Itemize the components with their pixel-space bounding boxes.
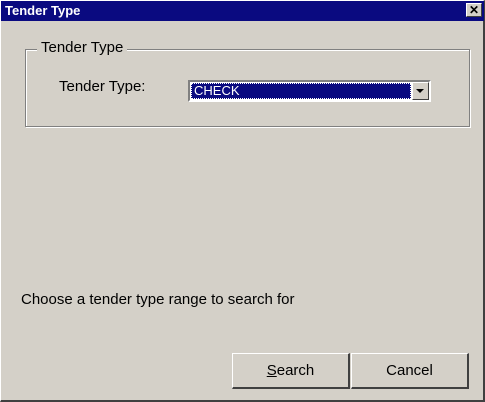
dialog-window: Tender Type ✕ Tender Type Tender Type: C…: [0, 0, 485, 402]
instruction-text: Choose a tender type range to search for: [21, 291, 295, 308]
search-button[interactable]: Search: [232, 353, 350, 389]
tender-type-selected-value[interactable]: CHECK: [191, 83, 411, 99]
dropdown-arrow-button[interactable]: [412, 82, 429, 100]
tender-type-dropdown[interactable]: CHECK: [188, 80, 431, 102]
close-icon: ✕: [468, 3, 480, 17]
cancel-button[interactable]: Cancel: [351, 353, 469, 389]
tender-type-label: Tender Type:: [59, 78, 146, 95]
window-title: Tender Type: [5, 3, 81, 18]
chevron-down-icon: [416, 89, 424, 93]
search-mnemonic: S: [266, 362, 277, 379]
close-button[interactable]: ✕: [466, 3, 482, 17]
title-bar[interactable]: Tender Type ✕: [1, 1, 484, 21]
search-label-rest: earch: [276, 362, 315, 379]
groupbox-legend: Tender Type: [37, 39, 128, 56]
